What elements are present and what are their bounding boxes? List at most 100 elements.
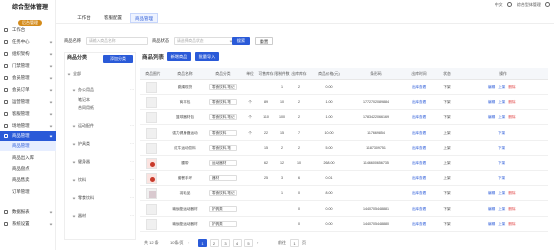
page-size-select[interactable]: 10条/页: [170, 239, 184, 247]
sidebar-item[interactable]: 商品售卖: [0, 175, 56, 185]
sidebar-item[interactable]: 门禁管理: [0, 61, 56, 71]
category-item[interactable]: 饮料 ···: [72, 177, 134, 183]
toggle-shelf-button[interactable]: 下架: [498, 176, 505, 180]
cell-category[interactable]: 零食饮料,笔: [204, 141, 242, 156]
cell-time[interactable]: 出库查看: [402, 126, 436, 141]
category-item[interactable]: 护具类 ···: [72, 141, 134, 147]
page-button[interactable]: 3: [221, 239, 230, 247]
sidebar-item[interactable]: 商品管理: [0, 131, 56, 141]
category-item[interactable]: 办公用品 ···: [72, 87, 134, 93]
cell-time[interactable]: 出库查看: [402, 202, 436, 217]
toggle-shelf-button[interactable]: 上架: [498, 222, 505, 226]
page-button[interactable]: 2: [209, 239, 219, 247]
category-select[interactable]: 零食饮料,笔: [209, 99, 237, 106]
sidebar-item[interactable]: 商品管理: [0, 141, 56, 151]
table-row[interactable]: 套餐手环 器材 25 3 6 0.01 出库查看 上架 下架: [140, 171, 548, 187]
category-select[interactable]: 器材: [209, 175, 237, 182]
fullscreen-icon[interactable]: [545, 2, 550, 8]
edit-button[interactable]: 编辑: [488, 115, 495, 119]
cell-category[interactable]: 零食饮料,笔记: [204, 186, 242, 201]
cell-time[interactable]: 出库查看: [402, 171, 436, 186]
sidebar-item[interactable]: 工作台: [0, 25, 56, 35]
sidebar-item[interactable]: 商品出入库: [0, 153, 56, 163]
table-row[interactable]: 羽毛品 零食饮料,笔记 1 0 8.00 出库查看 下架 编辑 上架 删除: [140, 186, 548, 202]
toggle-shelf-button[interactable]: 上架: [498, 100, 505, 104]
sidebar-item[interactable]: 订单管理: [0, 187, 56, 197]
language-selector[interactable]: 中文: [495, 2, 503, 7]
next-page-icon[interactable]: ›: [257, 239, 258, 247]
reset-button[interactable]: 重置: [255, 37, 273, 45]
category-select[interactable]: 零食饮料,笔记: [209, 190, 237, 197]
cell-time[interactable]: 出库查看: [402, 80, 436, 95]
category-item[interactable]: 全部: [67, 71, 81, 77]
delete-button[interactable]: 删除: [508, 85, 515, 89]
category-item[interactable]: 器材 ···: [72, 213, 134, 219]
sidebar-item[interactable]: 场地管理: [0, 121, 56, 131]
delete-button[interactable]: 删除: [508, 191, 515, 195]
name-input[interactable]: 请输入商品名称: [86, 37, 148, 45]
toggle-shelf-button[interactable]: 下架: [498, 131, 505, 135]
import-button[interactable]: 批量导入: [195, 52, 219, 61]
page-button[interactable]: 1: [198, 239, 207, 247]
cell-time[interactable]: 出库查看: [402, 110, 436, 125]
sidebar-item[interactable]: 会员管理: [0, 73, 56, 83]
add-product-button[interactable]: 新增商品: [167, 52, 191, 61]
toggle-shelf-button[interactable]: 上架: [498, 85, 505, 89]
edit-button[interactable]: 编辑: [488, 100, 495, 104]
category-item[interactable]: 运动配件 ···: [72, 123, 134, 129]
goto-input[interactable]: 1: [290, 239, 299, 247]
cell-time[interactable]: 出库查看: [402, 186, 436, 201]
cell-category[interactable]: 零食饮料,笔: [204, 95, 242, 110]
table-row[interactable]: 瑜伽垫运动器材 护具类 0 0.00 1440705448880 出库查看 下架 编辑 上架 删除: [140, 217, 548, 232]
more-icon[interactable]: ···: [130, 177, 134, 183]
more-icon[interactable]: ···: [130, 195, 134, 201]
more-icon[interactable]: ···: [130, 141, 134, 147]
sidebar-item[interactable]: 组织架构: [0, 49, 56, 59]
more-icon[interactable]: ···: [130, 213, 134, 219]
sidebar-item[interactable]: 会员订单: [0, 85, 56, 95]
table-row[interactable]: 商平包 零食饮料,笔 个 89 10 2 1.00 1772702089884 出库查看 下架 编辑…: [140, 95, 548, 111]
category-select[interactable]: 护具类: [209, 205, 237, 212]
status-select[interactable]: 请选择商品状态: [174, 37, 236, 45]
sidebar-item[interactable]: 任务中心: [0, 37, 56, 47]
page-button[interactable]: 5: [244, 239, 253, 247]
category-item[interactable]: 笔记本: [78, 97, 90, 103]
edit-button[interactable]: 编辑: [488, 222, 495, 226]
category-item[interactable]: 零食饮料 ···: [72, 195, 134, 201]
category-select[interactable]: 零食饮料,笔: [209, 144, 237, 151]
cell-category[interactable]: 零食饮料: [204, 126, 242, 141]
category-select[interactable]: 护具类: [209, 220, 237, 227]
edit-button[interactable]: 编辑: [488, 207, 495, 211]
tab-item[interactable]: 客服配置: [100, 13, 126, 23]
cell-category[interactable]: 零食饮料,笔记: [204, 110, 242, 125]
delete-button[interactable]: 删除: [508, 222, 515, 226]
toggle-shelf-button[interactable]: 上架: [498, 207, 505, 211]
sidebar-item[interactable]: 运营管理: [0, 97, 56, 107]
table-row[interactable]: 跳绳现货 零食饮料,笔记 1 2 0.00 出库查看 下架 编辑 上架 删除: [140, 80, 548, 95]
cell-category[interactable]: 护具类: [204, 202, 242, 217]
cell-category[interactable]: 器材: [204, 171, 242, 186]
cell-time[interactable]: 出库查看: [402, 217, 436, 232]
edit-button[interactable]: 编辑: [488, 85, 495, 89]
delete-button[interactable]: 删除: [508, 100, 515, 104]
delete-button[interactable]: 删除: [508, 207, 515, 211]
sidebar-item[interactable]: 客服管理: [0, 109, 56, 119]
sidebar-item[interactable]: 数据报表: [0, 207, 56, 217]
cell-time[interactable]: 出库查看: [402, 95, 436, 110]
category-item[interactable]: 合同用纸: [78, 105, 94, 111]
category-select[interactable]: 零食饮料,笔记: [209, 84, 237, 90]
category-item[interactable]: 健身器 ···: [72, 159, 134, 165]
more-icon[interactable]: ···: [130, 123, 134, 129]
cell-time[interactable]: 出库查看: [402, 156, 436, 171]
category-select[interactable]: 运动器材: [209, 160, 237, 166]
add-category-button[interactable]: 添加分类: [103, 55, 133, 63]
edit-button[interactable]: 编辑: [488, 191, 495, 195]
category-select[interactable]: 零食饮料,笔记: [209, 114, 237, 121]
cell-category[interactable]: 护具类: [204, 217, 242, 232]
category-select[interactable]: 零食饮料: [209, 129, 237, 136]
table-row[interactable]: 篮球器材包 零食饮料,笔记 个 110 100 2 1.00 1783422066169 出库查…: [140, 110, 548, 126]
table-row[interactable]: 红牛运动饮料 零食饮料,笔 15 2 2 5.00 1187309751 出库查看 上架 下架: [140, 141, 548, 156]
tab-item[interactable]: 工作台: [72, 13, 96, 23]
cell-category[interactable]: 零食饮料,笔记: [204, 80, 242, 95]
sidebar-item[interactable]: 系统设置: [0, 219, 56, 229]
